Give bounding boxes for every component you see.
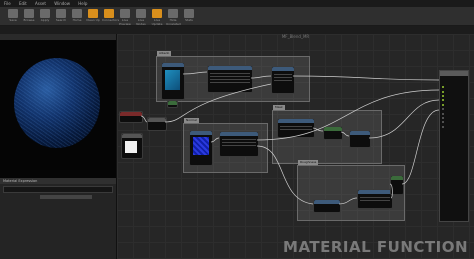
folder-icon <box>24 9 34 18</box>
node-pins <box>272 71 294 84</box>
node-header <box>148 118 166 122</box>
result-pin[interactable] <box>442 81 466 93</box>
node-header <box>350 131 370 135</box>
tab-strip <box>0 26 474 34</box>
node-pins <box>220 136 258 149</box>
roughness-clamp-node[interactable] <box>390 175 404 195</box>
preview-viewport[interactable] <box>0 40 116 178</box>
node-header <box>391 176 403 180</box>
home-icon <box>72 9 82 18</box>
menu-help[interactable]: Help <box>78 1 87 6</box>
connectors-button[interactable]: Connectors <box>102 9 119 23</box>
node-pins <box>358 194 392 204</box>
material-function-watermark: MATERIAL FUNCTION <box>283 238 468 256</box>
clean-up-button[interactable]: Clean Up <box>86 9 100 23</box>
result-pin[interactable] <box>442 103 466 115</box>
roughness-node[interactable] <box>313 199 341 213</box>
node-pins <box>208 70 252 86</box>
details-row <box>0 195 116 200</box>
texture-coordinate-node[interactable] <box>207 65 253 93</box>
multiply-node[interactable] <box>271 66 295 94</box>
live-nodes-button[interactable]: Live Nodes <box>134 9 148 26</box>
nodes-icon <box>136 9 146 18</box>
details-panel: Material Expression <box>0 178 116 259</box>
result-header <box>440 71 468 76</box>
lerp-node[interactable] <box>147 117 167 131</box>
graph-title: MF_Blend_MR <box>281 34 310 39</box>
menu-window[interactable]: Window <box>54 1 70 6</box>
result-pin[interactable] <box>442 112 466 124</box>
stats-icon <box>184 9 194 18</box>
toolbar: Save Browse Apply Search Home Clean Up C… <box>0 7 474 26</box>
small-math-node[interactable] <box>167 100 178 108</box>
node-pins <box>278 123 314 133</box>
check-icon <box>40 9 50 18</box>
update-icon <box>152 9 162 18</box>
albedo-thumbnail <box>165 70 180 90</box>
search-button[interactable]: Search <box>54 9 68 23</box>
comment-title: Normal <box>184 118 199 123</box>
menu-bar: File Edit Asset Window Help <box>0 0 474 7</box>
result-pin[interactable] <box>442 108 466 120</box>
node-header <box>168 101 177 105</box>
normal-blend-node[interactable] <box>219 131 259 157</box>
save-button[interactable]: Save <box>6 9 20 23</box>
left-panel: Material Expression <box>0 34 117 259</box>
node-header <box>122 134 142 138</box>
menu-file[interactable]: File <box>4 1 11 6</box>
mask-node[interactable] <box>277 118 315 138</box>
node-header <box>324 127 342 131</box>
hide-icon <box>168 9 178 18</box>
material-graph[interactable]: MF_Blend_MR Albedo Normal Mask Roughness… <box>117 34 474 259</box>
save-icon <box>8 9 18 18</box>
menu-asset[interactable]: Asset <box>35 1 46 6</box>
comment-title: Mask <box>273 105 285 110</box>
comment-title: Roughness <box>298 160 319 165</box>
white-thumbnail <box>125 141 137 153</box>
menu-edit[interactable]: Edit <box>19 1 27 6</box>
home-button[interactable]: Home <box>70 9 84 23</box>
result-pin[interactable] <box>442 99 466 111</box>
pin-icon <box>442 125 444 128</box>
result-pin[interactable] <box>442 77 466 89</box>
clean-up-icon <box>88 9 98 18</box>
constant-color-node[interactable] <box>121 133 143 159</box>
normal-thumbnail <box>193 137 209 155</box>
search-icon <box>56 9 66 18</box>
mask-multiply-node[interactable] <box>323 126 343 140</box>
connectors-icon <box>104 9 114 18</box>
details-field[interactable] <box>40 195 92 199</box>
browse-button[interactable]: Browse <box>22 9 36 23</box>
result-pin[interactable] <box>442 94 466 106</box>
details-search-input[interactable] <box>3 186 113 193</box>
live-preview-button[interactable]: Live Preview <box>118 9 132 26</box>
stats-button[interactable]: Stats <box>182 9 196 23</box>
hide-unrelated-button[interactable]: Hide Unrelated <box>166 9 181 26</box>
details-header: Material Expression <box>0 178 116 184</box>
node-header <box>120 112 142 116</box>
node-header <box>190 131 212 135</box>
roughness-lerp-node[interactable] <box>357 189 393 209</box>
node-header <box>162 63 184 67</box>
live-update-button[interactable]: Live Update <box>150 9 164 26</box>
result-pin[interactable] <box>442 86 466 98</box>
preview-sphere <box>14 58 100 148</box>
result-pin[interactable] <box>442 90 466 102</box>
mask-add-node[interactable] <box>349 130 371 148</box>
pin-icon <box>442 121 444 124</box>
result-pin[interactable] <box>442 116 466 128</box>
result-node[interactable] <box>439 70 469 222</box>
texture-sample-node[interactable] <box>161 62 185 100</box>
node-header <box>314 200 340 204</box>
preview-icon <box>120 9 130 18</box>
comment-title: Albedo <box>157 51 172 56</box>
scalar-parameter-node[interactable] <box>119 111 143 123</box>
apply-button[interactable]: Apply <box>38 9 52 23</box>
normal-texture-node[interactable] <box>189 130 213 166</box>
